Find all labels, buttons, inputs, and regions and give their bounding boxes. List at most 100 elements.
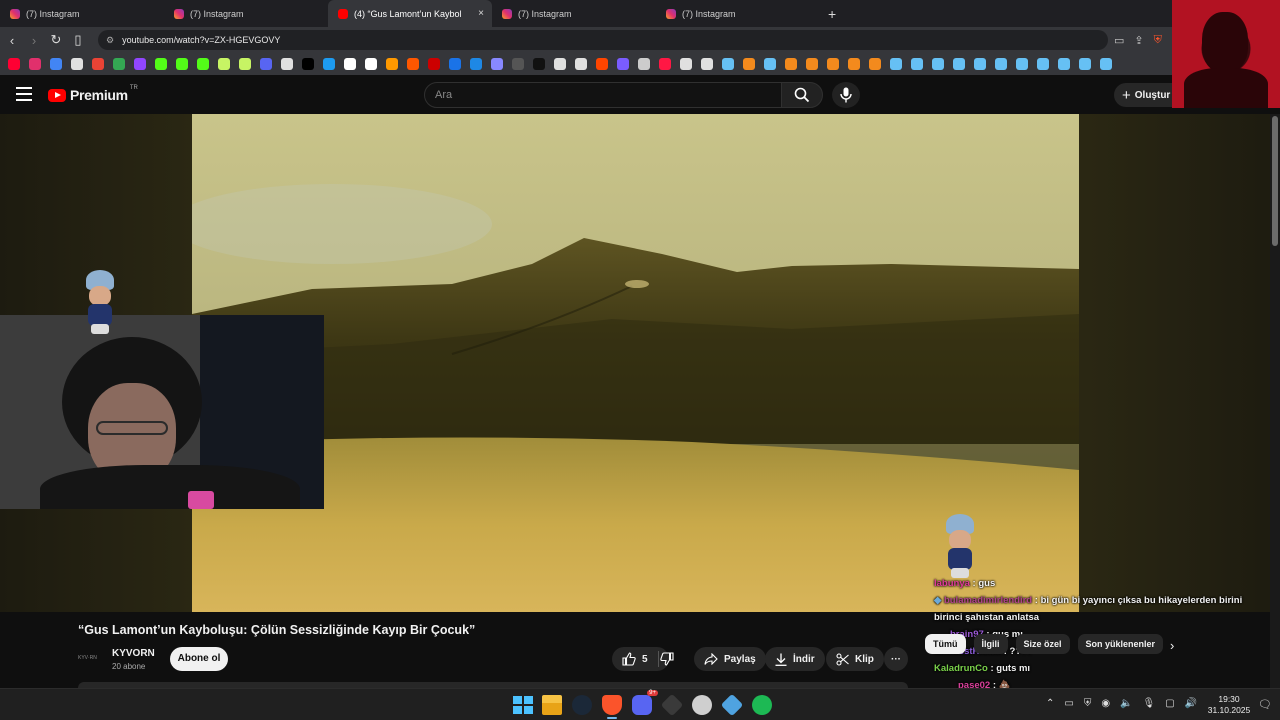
url-field[interactable]: ⚙ youtube.com/watch?v=ZX-HGEVGOVY	[98, 30, 1108, 50]
bookmark-favicon-icon[interactable]	[134, 58, 146, 70]
site-settings-icon[interactable]: ⚙	[106, 35, 114, 46]
display-icon[interactable]: ▢	[1165, 698, 1174, 709]
bookmark-favicon-icon[interactable]	[29, 58, 41, 70]
steam-tray-icon[interactable]: ◉	[1101, 698, 1110, 709]
bookmark-favicon-icon[interactable]	[806, 58, 818, 70]
bookmark-favicon-icon[interactable]	[575, 58, 587, 70]
clip-button[interactable]: Klip	[826, 647, 884, 671]
security-icon[interactable]: ⛨	[1084, 698, 1092, 709]
bookmark-favicon-icon[interactable]	[722, 58, 734, 70]
browser-tab-active[interactable]: (4) “Gus Lamont’un Kayboluşu ×	[328, 0, 492, 27]
bookmark-icon[interactable]: ▯	[68, 32, 88, 48]
reload-icon[interactable]: ↻	[46, 32, 66, 48]
bookmark-favicon-icon[interactable]	[176, 58, 188, 70]
spotify-icon[interactable]	[752, 695, 772, 715]
battery-icon[interactable]: ▭	[1064, 698, 1073, 709]
browser-tab[interactable]: (7) Instagram	[164, 0, 328, 27]
bookmark-favicon-icon[interactable]	[365, 58, 377, 70]
bookmark-favicon-icon[interactable]	[407, 58, 419, 70]
share-page-icon[interactable]: ⇪	[1134, 34, 1143, 47]
chip-recently-uploaded[interactable]: Son yüklenenler	[1077, 634, 1164, 654]
bookmark-favicon-icon[interactable]	[71, 58, 83, 70]
bookmark-favicon-icon[interactable]	[995, 58, 1007, 70]
bookmark-favicon-icon[interactable]	[8, 58, 20, 70]
github-desktop-icon[interactable]	[692, 695, 712, 715]
download-button[interactable]: İndir	[765, 647, 825, 671]
bookmark-favicon-icon[interactable]	[113, 58, 125, 70]
browser-tab[interactable]: (7) Instagram	[492, 0, 656, 27]
subscribe-button[interactable]: Abone ol	[170, 647, 228, 671]
bookmark-favicon-icon[interactable]	[281, 58, 293, 70]
hamburger-menu-icon[interactable]	[16, 87, 32, 101]
chip-related[interactable]: İlgili	[973, 634, 1008, 654]
discord-icon[interactable]: 9+	[632, 690, 658, 715]
bookmark-favicon-icon[interactable]	[386, 58, 398, 70]
search-input[interactable]: Ara	[424, 82, 782, 108]
bookmark-favicon-icon[interactable]	[743, 58, 755, 70]
page-scrollbar[interactable]	[1270, 114, 1280, 688]
file-explorer-icon[interactable]	[542, 695, 562, 715]
speaker-icon[interactable]: 🔈	[1120, 698, 1132, 709]
channel-name[interactable]: KYVORN	[112, 648, 155, 659]
chips-next-icon[interactable]: ›	[1170, 638, 1174, 653]
bookmark-favicon-icon[interactable]	[260, 58, 272, 70]
bookmark-favicon-icon[interactable]	[890, 58, 902, 70]
windows-start-icon[interactable]	[512, 695, 533, 715]
brave-shield-icon[interactable]: ⛨	[1154, 34, 1162, 47]
bookmark-favicon-icon[interactable]	[50, 58, 62, 70]
microphone-tray-icon[interactable]: 🎙	[1143, 698, 1156, 709]
bookmark-favicon-icon[interactable]	[470, 58, 482, 70]
bookmark-favicon-icon[interactable]	[491, 58, 503, 70]
scrollbar-thumb[interactable]	[1272, 116, 1278, 246]
chip-for-you[interactable]: Size özel	[1015, 634, 1070, 654]
bookmark-favicon-icon[interactable]	[1058, 58, 1070, 70]
channel-avatar[interactable]: KYV·RN	[78, 649, 102, 667]
more-actions-button[interactable]: ···	[884, 647, 908, 671]
bookmark-favicon-icon[interactable]	[1100, 58, 1112, 70]
close-tab-icon[interactable]: ×	[478, 8, 484, 19]
bookmark-favicon-icon[interactable]	[785, 58, 797, 70]
cast-icon[interactable]: ▭	[1114, 34, 1124, 47]
bookmark-favicon-icon[interactable]	[617, 58, 629, 70]
bookmark-favicon-icon[interactable]	[932, 58, 944, 70]
chip-all[interactable]: Tümü	[925, 634, 966, 654]
search-button[interactable]	[781, 82, 823, 108]
bookmark-favicon-icon[interactable]	[344, 58, 356, 70]
bookmark-favicon-icon[interactable]	[596, 58, 608, 70]
bookmark-favicon-icon[interactable]	[764, 58, 776, 70]
bookmark-favicon-icon[interactable]	[449, 58, 461, 70]
steam-icon[interactable]	[572, 695, 592, 715]
bookmark-favicon-icon[interactable]	[953, 58, 965, 70]
bookmark-favicon-icon[interactable]	[869, 58, 881, 70]
bookmark-favicon-icon[interactable]	[323, 58, 335, 70]
bookmark-favicon-icon[interactable]	[239, 58, 251, 70]
bookmark-favicon-icon[interactable]	[1079, 58, 1091, 70]
bookmark-favicon-icon[interactable]	[1016, 58, 1028, 70]
back-icon[interactable]: ‹	[2, 33, 22, 48]
new-tab-button[interactable]: +	[828, 6, 836, 22]
bookmark-favicon-icon[interactable]	[974, 58, 986, 70]
bookmark-favicon-icon[interactable]	[680, 58, 692, 70]
bookmark-favicon-icon[interactable]	[197, 58, 209, 70]
browser-tab[interactable]: (7) Instagram	[0, 0, 164, 27]
bookmark-favicon-icon[interactable]	[638, 58, 650, 70]
youtube-logo[interactable]: Premium TR	[48, 85, 138, 103]
browser-tab[interactable]: (7) Instagram	[656, 0, 820, 27]
brave-browser-icon[interactable]	[602, 695, 622, 719]
bookmark-favicon-icon[interactable]	[659, 58, 671, 70]
volume-icon[interactable]: 🔊	[1185, 698, 1197, 709]
app-cube-icon[interactable]	[660, 693, 684, 717]
bookmark-favicon-icon[interactable]	[911, 58, 923, 70]
forward-icon[interactable]: ›	[24, 33, 44, 48]
bookmark-favicon-icon[interactable]	[701, 58, 713, 70]
notification-icon[interactable]: 🗨	[1258, 698, 1272, 711]
photo-app-icon[interactable]	[720, 693, 744, 717]
bookmark-favicon-icon[interactable]	[533, 58, 545, 70]
system-clock[interactable]: 19:30 31.10.2025	[1206, 694, 1252, 716]
voice-search-button[interactable]	[832, 82, 860, 108]
dislike-button[interactable]	[654, 647, 680, 671]
bookmark-favicon-icon[interactable]	[155, 58, 167, 70]
bookmark-favicon-icon[interactable]	[827, 58, 839, 70]
share-button[interactable]: Paylaş	[694, 647, 766, 671]
chevron-up-icon[interactable]: ⌃	[1046, 698, 1054, 709]
